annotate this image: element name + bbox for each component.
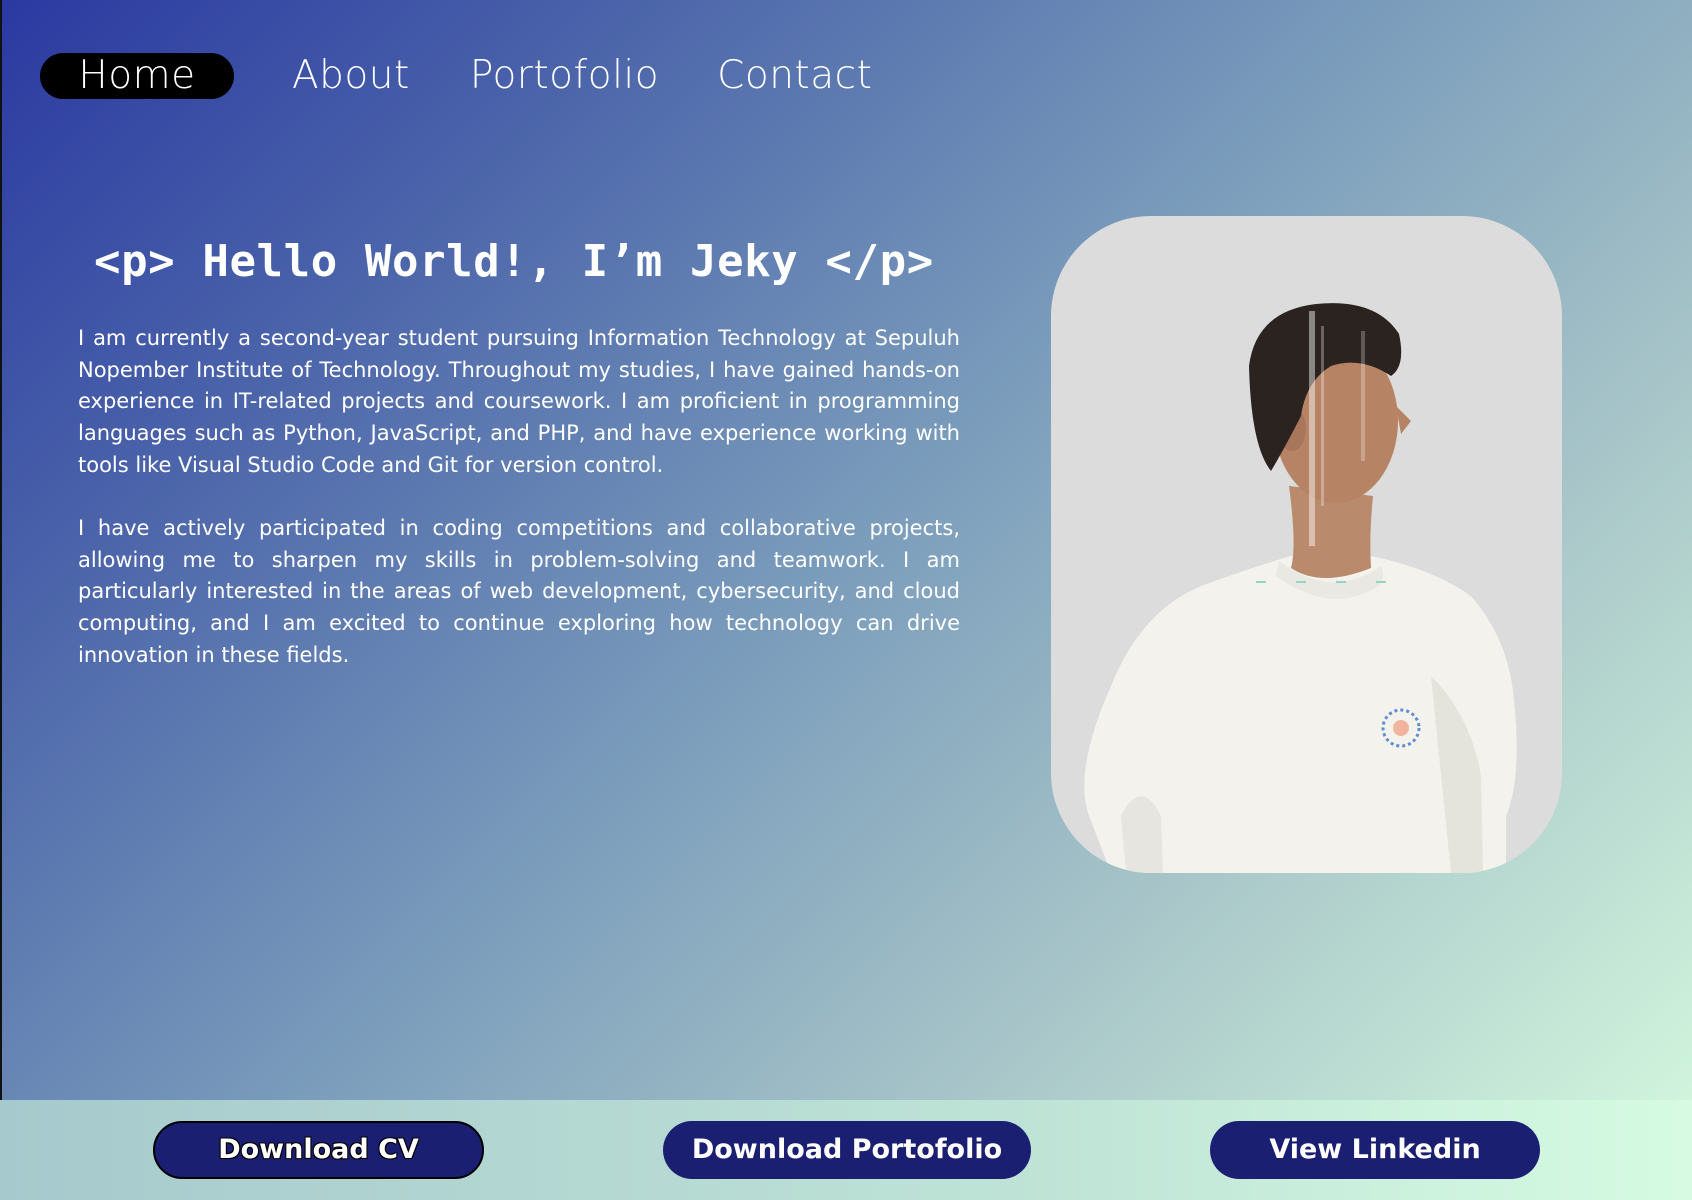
nav-item-about[interactable]: About <box>292 53 410 99</box>
download-cv-button[interactable]: Download CV <box>153 1121 484 1179</box>
nav-item-home[interactable]: Home <box>40 53 234 99</box>
profile-photo-illustration <box>1084 303 1517 873</box>
download-portofolio-button[interactable]: Download Portofolio <box>663 1121 1031 1179</box>
bio-paragraph-1: I am currently a second-year student pur… <box>78 326 960 477</box>
profile-photo <box>1051 216 1562 873</box>
hero-title: <p> Hello World!, I’m Jeky </p> <box>94 236 934 287</box>
left-edge-rule <box>0 0 2 1100</box>
view-linkedin-button[interactable]: View Linkedin <box>1210 1121 1540 1179</box>
main-nav: Home About Portofolio Contact <box>40 53 872 99</box>
action-bar: Download CV Download Portofolio View Lin… <box>0 1100 1692 1200</box>
nav-item-portofolio[interactable]: Portofolio <box>470 53 659 99</box>
bio-paragraph-2: I have actively participated in coding c… <box>78 516 960 667</box>
nav-item-contact[interactable]: Contact <box>717 53 872 99</box>
